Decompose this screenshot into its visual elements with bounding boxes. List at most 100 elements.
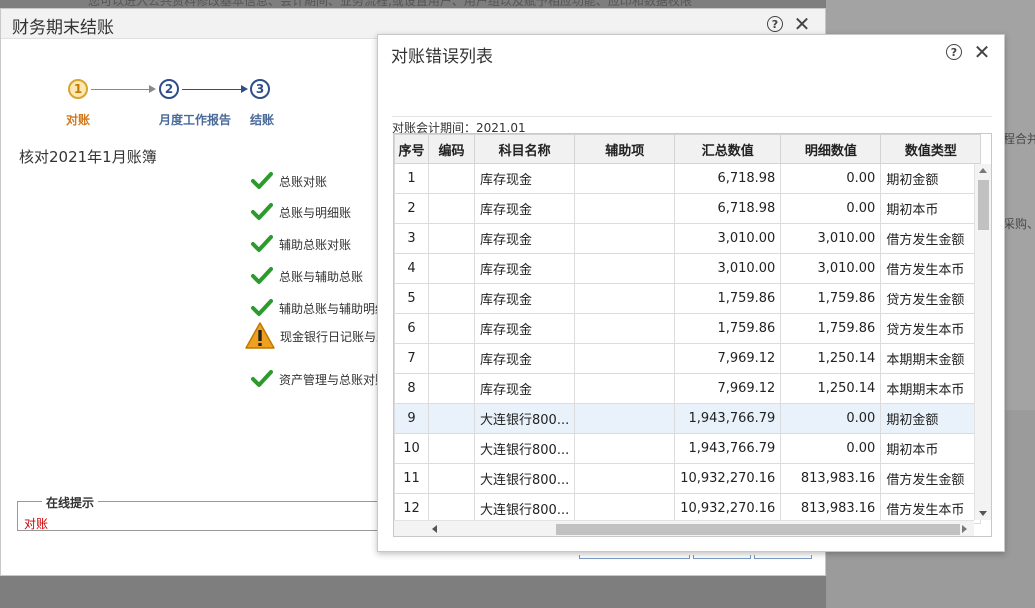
column-header[interactable]: 数值类型 xyxy=(880,134,982,164)
table-cell-detail: 0.00 xyxy=(780,163,882,194)
table-row[interactable]: 10 大连银行800... 1,943,766.79 0.00 期初本币 xyxy=(394,433,982,464)
table-cell-code xyxy=(428,163,475,194)
table-cell-aux xyxy=(574,373,676,404)
table-cell-code xyxy=(428,373,475,404)
table-cell-type: 期初金额 xyxy=(880,403,982,434)
help-button[interactable]: ? xyxy=(765,14,785,34)
table-cell-aux xyxy=(574,433,676,464)
scroll-right-icon[interactable] xyxy=(962,525,967,533)
online-tip-box: 在线提示 对账 xyxy=(17,494,397,531)
background-top-text: 您可以进入公共资料修改基本信息、会计期间、业务流程,或设置用户、用户组以及赋予相… xyxy=(88,0,692,8)
column-header[interactable]: 辅助项 xyxy=(574,134,676,164)
scroll-thumb[interactable] xyxy=(556,524,960,535)
column-header[interactable]: 明细数值 xyxy=(780,134,882,164)
table-cell-summary: 1,943,766.79 xyxy=(674,433,782,464)
table-cell-name: 大连银行800... xyxy=(473,493,576,524)
table-cell-code xyxy=(428,193,475,224)
scroll-left-icon[interactable] xyxy=(432,525,437,533)
vertical-scrollbar[interactable] xyxy=(974,164,991,520)
scroll-up-icon[interactable] xyxy=(979,168,987,173)
help-button[interactable]: ? xyxy=(944,42,964,62)
table-cell-detail: 3,010.00 xyxy=(780,223,882,254)
table-cell-detail: 1,759.86 xyxy=(780,313,882,344)
table-cell-aux xyxy=(574,403,676,434)
background-text: 采购、 xyxy=(1003,217,1035,231)
step-1-label: 对账 xyxy=(66,113,91,127)
table-cell-no: 5 xyxy=(394,283,429,314)
table-row[interactable]: 9 大连银行800... 1,943,766.79 0.00 期初金额 xyxy=(394,403,982,434)
table-row[interactable]: 5 库存现金 1,759.86 1,759.86 贷方发生金额 xyxy=(394,283,982,314)
table-cell-name: 库存现金 xyxy=(473,253,576,284)
table-cell-code xyxy=(428,463,475,494)
table-cell-summary: 3,010.00 xyxy=(674,223,782,254)
check-item: 辅助总账与辅助明细 xyxy=(251,297,387,319)
online-tip-text: 对账 xyxy=(24,517,49,531)
check-icon xyxy=(251,235,273,252)
table-cell-type: 期初本币 xyxy=(880,433,982,464)
check-icon xyxy=(251,370,273,387)
scroll-thumb[interactable] xyxy=(978,180,989,230)
column-header[interactable]: 序号 xyxy=(394,134,429,164)
table-cell-detail: 1,250.14 xyxy=(780,373,882,404)
check-item: 总账与明细账 xyxy=(251,201,351,223)
table-cell-aux xyxy=(574,253,676,284)
table-row[interactable]: 4 库存现金 3,010.00 3,010.00 借方发生本币 xyxy=(394,253,982,284)
table-row[interactable]: 2 库存现金 6,718.98 0.00 期初本币 xyxy=(394,193,982,224)
table-cell-aux xyxy=(574,163,676,194)
table-cell-summary: 1,759.86 xyxy=(674,283,782,314)
horizontal-scrollbar[interactable] xyxy=(394,520,974,536)
table-row[interactable]: 3 库存现金 3,010.00 3,010.00 借方发生金额 xyxy=(394,223,982,254)
table-cell-no: 12 xyxy=(394,493,429,524)
error-table: 序号 编码 科目名称 辅助项 汇总数值 明细数值 数值类型 1 库存现金 6,718… xyxy=(393,133,992,537)
table-cell-aux xyxy=(574,223,676,254)
arrow-right-icon xyxy=(241,85,248,93)
scroll-down-icon[interactable] xyxy=(979,511,987,516)
column-header[interactable]: 编码 xyxy=(428,134,475,164)
check-item: 现金银行日记账与总 xyxy=(244,322,388,349)
table-cell-name: 库存现金 xyxy=(473,343,576,374)
table-cell-code xyxy=(428,223,475,254)
footer-button[interactable] xyxy=(754,555,812,559)
table-cell-detail: 1,250.14 xyxy=(780,343,882,374)
table-row[interactable]: 1 库存现金 6,718.98 0.00 期初金额 xyxy=(394,163,982,194)
table-row[interactable]: 8 库存现金 7,969.12 1,250.14 本期期末本币 xyxy=(394,373,982,404)
table-cell-code xyxy=(428,283,475,314)
table-cell-name: 库存现金 xyxy=(473,313,576,344)
check-icon xyxy=(251,203,273,220)
table-cell-no: 9 xyxy=(394,403,429,434)
arrow-right-icon xyxy=(149,85,156,93)
table-row[interactable]: 6 库存现金 1,759.86 1,759.86 贷方发生本币 xyxy=(394,313,982,344)
footer-button[interactable] xyxy=(693,555,751,559)
table-cell-code xyxy=(428,403,475,434)
help-icon: ? xyxy=(767,16,783,32)
step-3-label: 结账 xyxy=(250,113,275,127)
table-cell-no: 7 xyxy=(394,343,429,374)
table-cell-no: 1 xyxy=(394,163,429,194)
check-item-label: 资产管理与总账对账 xyxy=(279,372,388,387)
close-button[interactable]: ✕ xyxy=(792,14,812,34)
column-header[interactable]: 科目名称 xyxy=(473,134,576,164)
table-cell-name: 大连银行800... xyxy=(473,433,576,464)
close-icon: ✕ xyxy=(973,40,991,64)
table-cell-aux xyxy=(574,463,676,494)
close-button[interactable]: ✕ xyxy=(972,42,992,62)
footer-button[interactable] xyxy=(579,555,690,559)
table-row[interactable]: 11 大连银行800... 10,932,270.16 813,983.16 借方发生金… xyxy=(394,463,982,494)
table-cell-no: 2 xyxy=(394,193,429,224)
table-cell-aux xyxy=(574,193,676,224)
table-cell-summary: 1,943,766.79 xyxy=(674,403,782,434)
table-cell-type: 贷方发生本币 xyxy=(880,313,982,344)
step-1-indicator: 1 xyxy=(68,79,88,99)
table-cell-name: 库存现金 xyxy=(473,283,576,314)
check-item: 总账对账 xyxy=(251,170,327,192)
table-row[interactable]: 7 库存现金 7,969.12 1,250.14 本期期末金额 xyxy=(394,343,982,374)
close-icon: ✕ xyxy=(793,12,811,36)
table-row[interactable]: 12 大连银行800... 10,932,270.16 813,983.16 借方发生本… xyxy=(394,493,982,524)
table-cell-no: 10 xyxy=(394,433,429,464)
table-cell-no: 3 xyxy=(394,223,429,254)
table-cell-summary: 10,932,270.16 xyxy=(674,493,782,524)
column-header[interactable]: 汇总数值 xyxy=(674,134,782,164)
table-cell-detail: 813,983.16 xyxy=(780,493,882,524)
table-cell-summary: 6,718.98 xyxy=(674,163,782,194)
table-cell-aux xyxy=(574,283,676,314)
